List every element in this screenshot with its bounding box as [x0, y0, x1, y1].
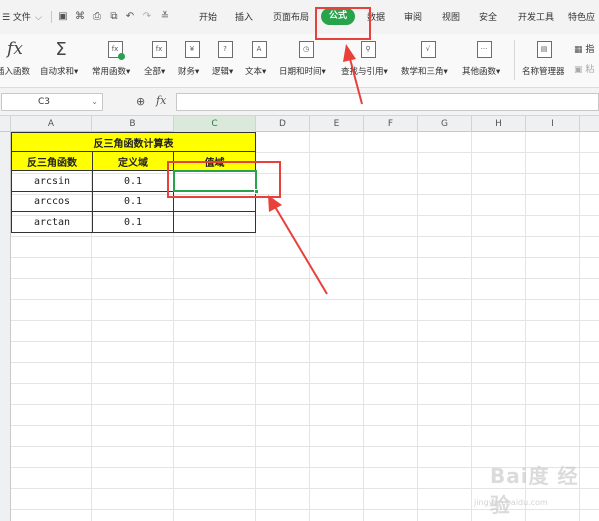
baidu-watermark: Bai度 经验 jingyan.baidu.com	[474, 464, 579, 517]
arrow-to-target-cell	[273, 204, 328, 295]
arrowhead-icon	[268, 195, 282, 212]
arrowhead-icon	[343, 44, 356, 62]
arrow-to-formula-tab	[348, 54, 363, 105]
annotation-arrows	[268, 44, 363, 295]
